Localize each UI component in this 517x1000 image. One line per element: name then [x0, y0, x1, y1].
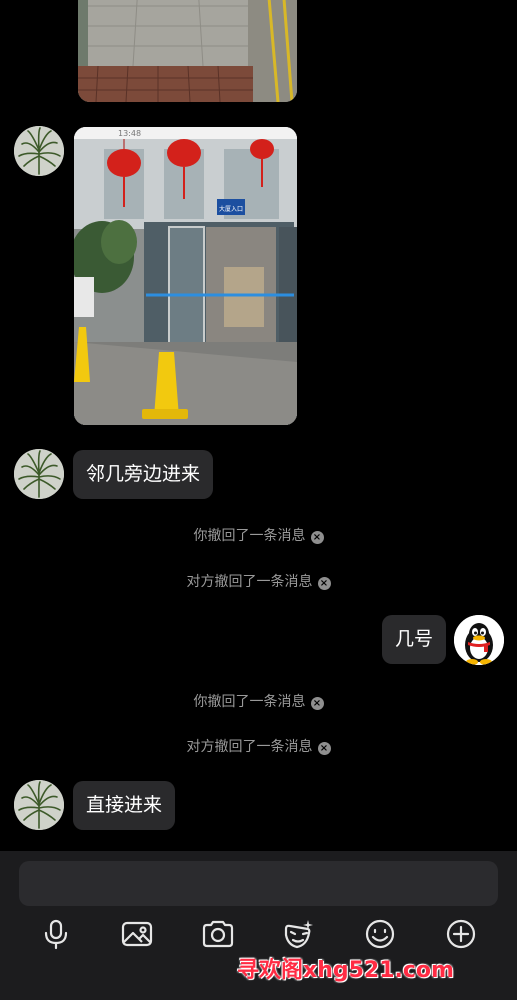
camera-icon[interactable] [201, 917, 235, 951]
close-icon: × [317, 577, 331, 590]
recall-notice: 对方撤回了一条消息 × [0, 737, 517, 757]
microphone-icon[interactable] [39, 917, 73, 951]
emoji-icon[interactable] [363, 917, 397, 951]
recall-text: 对方撤回了一条消息 [186, 574, 313, 590]
recall-text: 对方撤回了一条消息 [186, 739, 313, 755]
recall-notice: 对方撤回了一条消息 × [0, 572, 517, 592]
image-message-street[interactable] [78, 0, 297, 102]
close-icon: × [317, 742, 331, 755]
recall-notice: 你撤回了一条消息 × [0, 692, 517, 712]
image-icon[interactable] [120, 917, 154, 951]
message-bubble[interactable]: 邻几旁边进来 [73, 450, 214, 499]
plus-icon[interactable] [444, 917, 478, 951]
recall-text: 你撤回了一条消息 [193, 694, 306, 710]
recall-text: 你撤回了一条消息 [193, 528, 306, 544]
sticker-icon[interactable] [281, 917, 315, 951]
avatar[interactable] [14, 126, 64, 176]
entrance-sign: 大厦入口 [219, 205, 243, 213]
recall-notice: 你撤回了一条消息 × [0, 526, 517, 546]
self-avatar[interactable] [454, 615, 504, 665]
image-message-entrance[interactable]: 大厦入口 13:48 [74, 127, 297, 425]
close-icon: × [310, 531, 324, 544]
avatar[interactable] [14, 780, 64, 830]
photo-timestamp: 13:48 [118, 129, 141, 138]
message-bubble-self[interactable]: 几号 [382, 615, 447, 664]
avatar[interactable] [14, 449, 64, 499]
watermark-logo: 寻欢阁xhg521.com [237, 958, 454, 983]
message-bubble[interactable]: 直接进来 [73, 781, 176, 830]
message-input[interactable] [19, 861, 498, 906]
close-icon: × [310, 697, 324, 710]
